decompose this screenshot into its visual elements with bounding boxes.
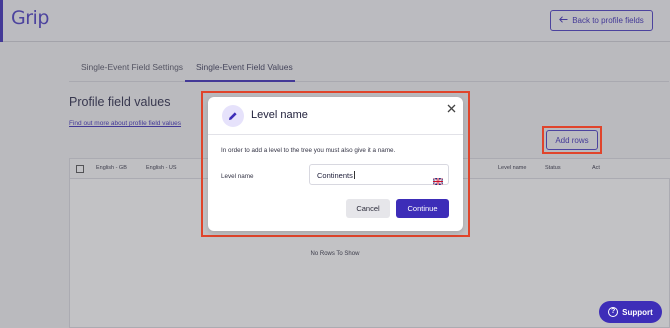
text-caret	[353, 171, 355, 179]
add-rows-highlight	[542, 126, 602, 154]
dialog-title: Level name	[251, 109, 308, 121]
support-label: Support	[622, 307, 653, 317]
pencil-icon	[222, 105, 244, 127]
uk-flag-icon[interactable]	[432, 172, 444, 186]
support-button[interactable]: ? Support	[599, 301, 662, 323]
level-name-input[interactable]: Continents	[309, 164, 449, 186]
dialog-divider	[208, 134, 463, 135]
level-name-value: Continents	[317, 171, 355, 180]
level-name-dialog: Level name In order to add a level to th…	[208, 97, 463, 231]
cancel-button[interactable]: Cancel	[346, 199, 390, 218]
continue-button[interactable]: Continue	[396, 199, 449, 218]
help-circle-icon: ?	[608, 307, 619, 317]
level-name-label: Level name	[221, 173, 254, 180]
close-icon[interactable]	[444, 102, 458, 116]
dialog-description: In order to add a level to the tree you …	[221, 147, 396, 154]
